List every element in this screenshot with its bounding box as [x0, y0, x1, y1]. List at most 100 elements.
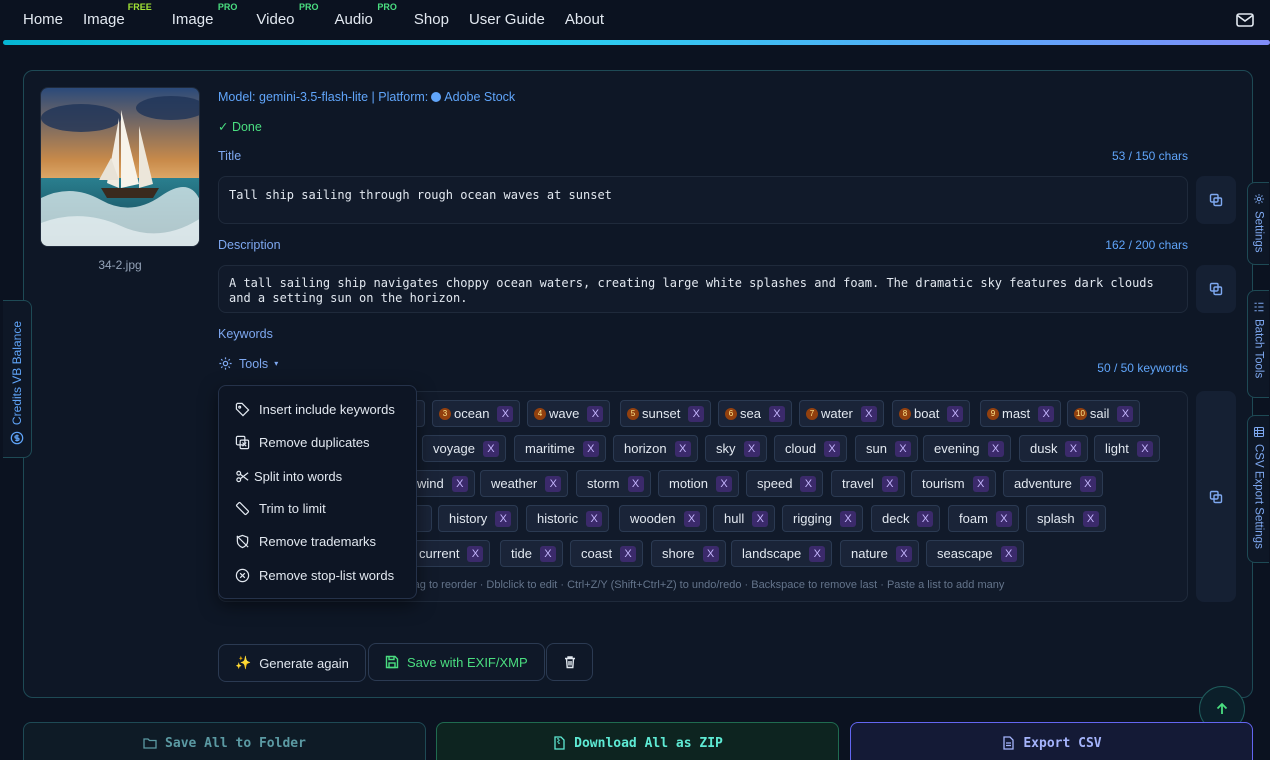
remove-keyword-button[interactable]: X	[1038, 405, 1055, 422]
remove-keyword-button[interactable]: X	[627, 475, 644, 492]
remove-keyword-button[interactable]: X	[545, 475, 562, 492]
remove-keyword-button[interactable]: X	[451, 475, 468, 492]
nav-about[interactable]: About	[565, 0, 604, 40]
remove-keyword-button[interactable]: X	[683, 510, 700, 527]
keyword-chip[interactable]: history X	[438, 505, 519, 532]
keyword-chip[interactable]: coast X	[570, 540, 644, 567]
remove-keyword-button[interactable]: X	[539, 545, 556, 562]
keyword-chip[interactable]: foam X	[948, 505, 1019, 532]
keyword-chip[interactable]: 7 water X	[799, 400, 884, 427]
remove-keyword-button[interactable]: X	[768, 405, 785, 422]
remove-keyword-button[interactable]: X	[1065, 440, 1082, 457]
menu-insert-include-keywords[interactable]: Insert include keywords	[235, 402, 395, 417]
nav-user-guide[interactable]: User Guide	[469, 0, 545, 40]
nav-image-pro[interactable]: Image PRO	[172, 0, 238, 40]
keyword-chip[interactable]: deck X	[871, 505, 941, 532]
generate-again-button[interactable]: ✨ Generate again	[218, 644, 366, 682]
remove-keyword-button[interactable]: X	[894, 440, 911, 457]
menu-trim-to-limit[interactable]: Trim to limit	[235, 501, 326, 516]
keyword-chip[interactable]: rigging X	[782, 505, 864, 532]
remove-keyword-button[interactable]: X	[881, 475, 898, 492]
keyword-chip[interactable]: landscape X	[731, 540, 833, 567]
remove-keyword-button[interactable]: X	[917, 510, 934, 527]
tools-toggle[interactable]: Tools ▾	[218, 356, 278, 371]
keyword-chip[interactable]: evening X	[923, 435, 1011, 462]
keyword-chip[interactable]: motion X	[658, 470, 740, 497]
menu-remove-duplicates[interactable]: Remove duplicates	[235, 435, 370, 450]
keyword-chip[interactable]: 4 wave X	[527, 400, 611, 427]
keyword-chip[interactable]: 5 sunset X	[620, 400, 712, 427]
csv-export-settings-tab[interactable]: CSV Export Settings	[1247, 415, 1269, 563]
keyword-chip[interactable]: nature X	[840, 540, 919, 567]
keyword-chip[interactable]: current X	[405, 540, 491, 567]
remove-keyword-button[interactable]: X	[497, 405, 514, 422]
remove-keyword-button[interactable]: X	[587, 405, 604, 422]
menu-remove-trademarks[interactable]: Remove trademarks	[235, 534, 376, 549]
keyword-chip[interactable]: travel X	[831, 470, 905, 497]
nav-video[interactable]: Video PRO	[256, 0, 318, 40]
credits-balance-tab[interactable]: Credits VB Balance	[3, 300, 32, 458]
remove-keyword-button[interactable]: X	[860, 405, 877, 422]
remove-keyword-button[interactable]: X	[1000, 545, 1017, 562]
delete-button[interactable]	[546, 643, 593, 681]
remove-keyword-button[interactable]: X	[482, 440, 499, 457]
remove-keyword-button[interactable]: X	[716, 475, 733, 492]
keyword-chip[interactable]: voyage X	[422, 435, 506, 462]
remove-keyword-button[interactable]: X	[620, 545, 637, 562]
keyword-chip[interactable]: tourism X	[911, 470, 996, 497]
keyword-chip[interactable]: light X	[1094, 435, 1160, 462]
save-all-to-folder-button[interactable]: Save All to Folder	[23, 722, 426, 760]
keyword-chip[interactable]: 3 ocean X	[432, 400, 521, 427]
keyword-chip[interactable]: storm X	[576, 470, 651, 497]
nav-image-free[interactable]: Image FREE	[83, 0, 152, 40]
remove-keyword-button[interactable]: X	[495, 510, 512, 527]
keyword-chip[interactable]: speed X	[746, 470, 824, 497]
menu-remove-stop-list-words[interactable]: Remove stop-list words	[235, 568, 394, 583]
keyword-chip[interactable]: adventure X	[1003, 470, 1103, 497]
save-exif-button[interactable]: Save with EXIF/XMP	[368, 643, 545, 681]
nav-home[interactable]: Home	[23, 0, 63, 40]
remove-keyword-button[interactable]: X	[809, 545, 826, 562]
remove-keyword-button[interactable]: X	[972, 475, 989, 492]
remove-keyword-button[interactable]: X	[824, 440, 841, 457]
remove-keyword-button[interactable]: X	[1079, 475, 1096, 492]
keyword-chip[interactable]: splash X	[1026, 505, 1106, 532]
image-thumbnail[interactable]	[40, 87, 200, 247]
remove-keyword-button[interactable]: X	[702, 545, 719, 562]
keyword-chip[interactable]: hull X	[713, 505, 776, 532]
remove-keyword-button[interactable]: X	[995, 510, 1012, 527]
copy-title-button[interactable]	[1196, 176, 1236, 224]
title-input[interactable]: Tall ship sailing through rough ocean wa…	[218, 176, 1188, 224]
keyword-chip[interactable]: wooden X	[619, 505, 707, 532]
menu-split-into-words[interactable]: Split into words	[235, 469, 342, 484]
copy-description-button[interactable]	[1196, 265, 1236, 313]
download-all-zip-button[interactable]: Download All as ZIP	[436, 722, 839, 760]
keyword-chip[interactable]: 6 sea X	[718, 400, 792, 427]
remove-keyword-button[interactable]: X	[586, 510, 603, 527]
remove-keyword-button[interactable]: X	[674, 440, 691, 457]
remove-keyword-button[interactable]: X	[1082, 510, 1099, 527]
remove-keyword-button[interactable]: X	[1136, 440, 1153, 457]
batch-tools-tab[interactable]: Batch Tools	[1247, 290, 1269, 398]
keyword-chip[interactable]: cloud X	[774, 435, 848, 462]
nav-audio[interactable]: Audio PRO	[335, 0, 397, 40]
remove-keyword-button[interactable]: X	[688, 405, 705, 422]
description-input[interactable]: A tall sailing ship navigates choppy oce…	[218, 265, 1188, 313]
keyword-chip[interactable]: sky X	[705, 435, 767, 462]
remove-keyword-button[interactable]: X	[895, 545, 912, 562]
keyword-chip[interactable]: 8 boat X	[892, 400, 971, 427]
remove-keyword-button[interactable]: X	[467, 545, 484, 562]
export-csv-button[interactable]: Export CSV	[850, 722, 1253, 760]
keyword-chip[interactable]: weather X	[480, 470, 569, 497]
keyword-chip[interactable]: seascape X	[926, 540, 1024, 567]
remove-keyword-button[interactable]: X	[743, 440, 760, 457]
remove-keyword-button[interactable]: X	[947, 405, 964, 422]
keyword-chip[interactable]: shore X	[651, 540, 726, 567]
keyword-chip[interactable]: sun X	[855, 435, 918, 462]
keyword-chip[interactable]: tide X	[500, 540, 563, 567]
keyword-chip[interactable]: dusk X	[1019, 435, 1089, 462]
copy-keywords-button[interactable]	[1196, 391, 1236, 602]
keyword-chip[interactable]: 9 mast X	[980, 400, 1062, 427]
remove-keyword-button[interactable]: X	[840, 510, 857, 527]
keyword-chip[interactable]: historic X	[526, 505, 610, 532]
